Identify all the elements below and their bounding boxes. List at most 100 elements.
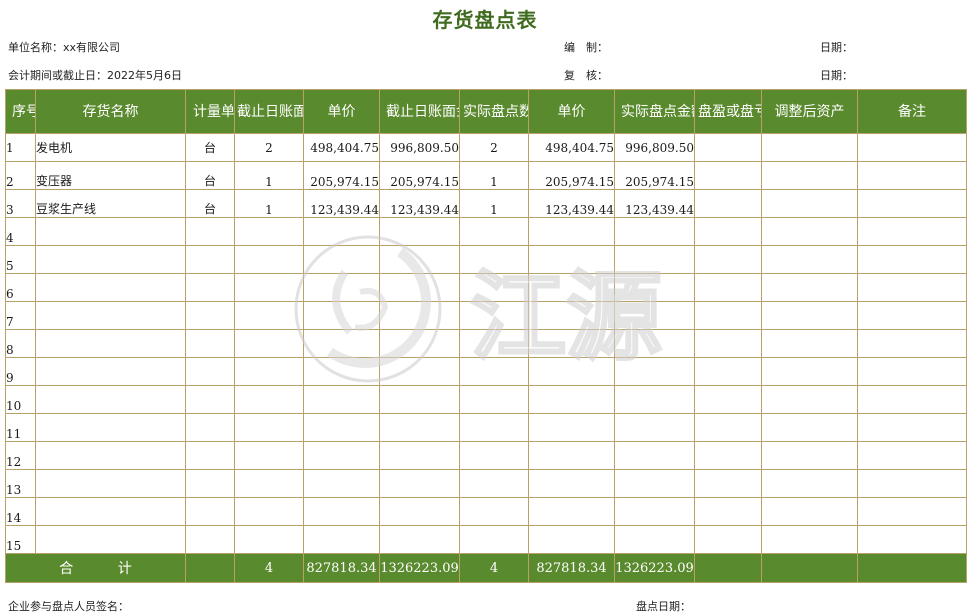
cell-adjusted: [761, 133, 858, 162]
header-book-qty: 截止日账面: [234, 89, 304, 134]
cell-adjusted: [761, 357, 858, 386]
cell-book-qty: [234, 469, 304, 498]
cell-no: 15: [5, 525, 36, 554]
cell-actual-qty: [459, 357, 529, 386]
cell-actual-qty: [459, 413, 529, 442]
cell-name: [35, 497, 186, 526]
cell-actual-amount: [614, 329, 695, 358]
cell-diff: [694, 245, 762, 274]
cell-book-qty: 1: [234, 161, 304, 190]
table-row: 6: [5, 273, 967, 302]
cell-price-1: [303, 357, 380, 386]
cell-remark: [857, 301, 967, 330]
cell-book-qty: [234, 413, 304, 442]
cell-actual-amount: 205,974.15: [614, 161, 695, 190]
cell-adjusted: [761, 525, 858, 554]
cell-actual-amount: [614, 301, 695, 330]
cell-book-qty: [234, 497, 304, 526]
cell-book-amount: [379, 329, 460, 358]
cell-actual-amount: [614, 217, 695, 246]
cell-book-amount: 205,974.15: [379, 161, 460, 190]
cell-diff: [694, 497, 762, 526]
cell-remark: [857, 525, 967, 554]
total-row: 合 计 4 827818.34 1326223.09 4 827818.34 1…: [5, 553, 967, 583]
cell-no: 9: [5, 357, 36, 386]
cell-diff: [694, 329, 762, 358]
cell-book-qty: [234, 525, 304, 554]
cell-remark: [857, 161, 967, 190]
cell-adjusted: [761, 217, 858, 246]
cell-adjusted: [761, 189, 858, 218]
cell-actual-qty: [459, 245, 529, 274]
cell-no: 13: [5, 469, 36, 498]
cell-price-2: [528, 301, 615, 330]
header-name: 存货名称: [35, 89, 186, 134]
signers-label: 企业参与盘点人员签名：: [8, 600, 129, 613]
cell-remark: [857, 189, 967, 218]
header-unit: 计量单位: [185, 89, 235, 134]
cell-book-qty: 1: [234, 189, 304, 218]
cell-no: 14: [5, 497, 36, 526]
cell-adjusted: [761, 413, 858, 442]
table-row: 10: [5, 385, 967, 414]
total-actual-amount: 1326223.09: [614, 553, 695, 583]
cell-price-2: [528, 245, 615, 274]
cell-adjusted: [761, 301, 858, 330]
cell-book-qty: [234, 217, 304, 246]
total-book-amount: 1326223.09: [379, 553, 460, 583]
cell-book-amount: [379, 497, 460, 526]
cell-book-amount: [379, 217, 460, 246]
cell-actual-qty: [459, 385, 529, 414]
cell-no: 4: [5, 217, 36, 246]
cell-price-2: [528, 329, 615, 358]
total-unit: [185, 553, 235, 583]
cell-book-qty: [234, 357, 304, 386]
cell-name: 豆浆生产线: [35, 189, 186, 218]
header-price-1: 单价: [303, 89, 380, 134]
cell-no: 6: [5, 273, 36, 302]
cell-remark: [857, 357, 967, 386]
cell-no: 7: [5, 301, 36, 330]
cell-price-2: [528, 385, 615, 414]
cell-remark: [857, 217, 967, 246]
cell-price-2: [528, 525, 615, 554]
cell-diff: [694, 217, 762, 246]
cell-unit: [185, 329, 235, 358]
table-row: 5: [5, 245, 967, 274]
cell-actual-qty: [459, 301, 529, 330]
cell-actual-qty: [459, 497, 529, 526]
cell-unit: [185, 301, 235, 330]
cell-name: 变压器: [35, 161, 186, 190]
cell-remark: [857, 497, 967, 526]
cell-name: 发电机: [35, 133, 186, 162]
header-remark: 备注: [857, 89, 967, 134]
cell-price-1: [303, 385, 380, 414]
cell-price-1: [303, 301, 380, 330]
cell-actual-amount: [614, 273, 695, 302]
table-row: 8: [5, 329, 967, 358]
cell-actual-qty: [459, 273, 529, 302]
cell-actual-qty: 2: [459, 133, 529, 162]
cell-book-qty: [234, 273, 304, 302]
cell-unit: 台: [185, 133, 235, 162]
cell-adjusted: [761, 161, 858, 190]
cell-book-qty: 2: [234, 133, 304, 162]
cell-price-1: [303, 329, 380, 358]
cell-unit: [185, 497, 235, 526]
header-actual-qty: 实际盘点数量: [459, 89, 529, 134]
cell-price-2: 498,404.75: [528, 133, 615, 162]
cell-name: [35, 301, 186, 330]
cell-remark: [857, 329, 967, 358]
cell-actual-amount: [614, 413, 695, 442]
cell-book-amount: [379, 413, 460, 442]
header-actual-amount: 实际盘点金额: [614, 89, 695, 134]
cell-no: 2: [5, 161, 36, 190]
cell-book-amount: [379, 273, 460, 302]
cell-remark: [857, 441, 967, 470]
cell-price-1: 498,404.75: [303, 133, 380, 162]
cell-diff: [694, 161, 762, 190]
table-row: 12: [5, 441, 967, 470]
accounting-period: 会计期间或截止日：2022年5月6日: [8, 69, 182, 82]
table-row: 11: [5, 413, 967, 442]
cell-adjusted: [761, 273, 858, 302]
